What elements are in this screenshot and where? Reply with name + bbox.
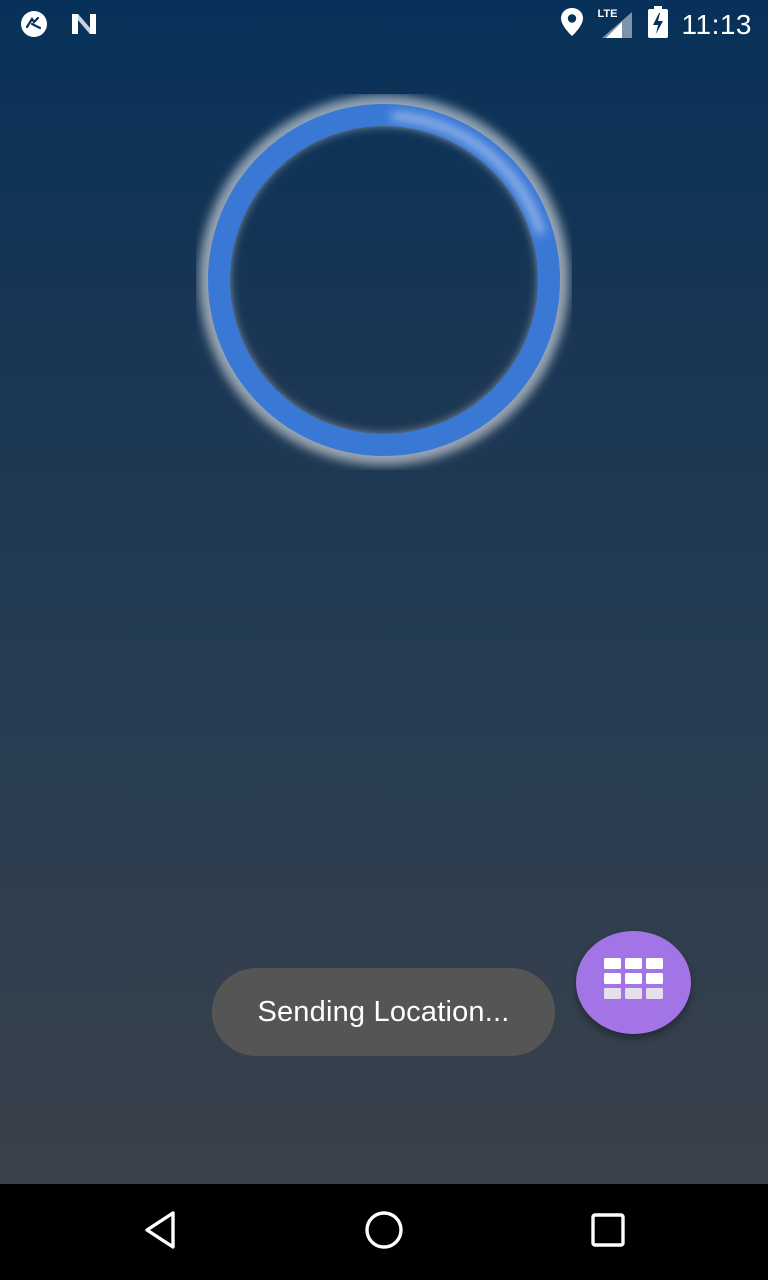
system-icons: LTE 11:13 [560,6,753,43]
navigation-bar [0,1184,768,1280]
keypad-grid-icon [603,958,664,1007]
recents-button[interactable] [584,1208,632,1256]
app-screen: LTE 11:13 Sending Location... [0,0,768,1184]
back-icon [142,1210,178,1255]
loading-ring [196,94,572,470]
battery-charging-icon [647,6,668,43]
n-notification-icon [70,10,98,43]
clock: 11:13 [681,8,752,40]
home-button[interactable] [360,1208,408,1256]
notification-icons [20,10,98,43]
app-notification-icon [20,10,48,43]
toast-message: Sending Location... [212,968,555,1056]
keypad-fab-button[interactable] [576,931,691,1034]
home-icon [364,1210,404,1255]
signal-icon: LTE [598,8,634,40]
location-icon [560,7,584,42]
status-bar: LTE 11:13 [0,0,768,48]
back-button[interactable] [136,1208,184,1256]
recents-icon [590,1212,626,1253]
